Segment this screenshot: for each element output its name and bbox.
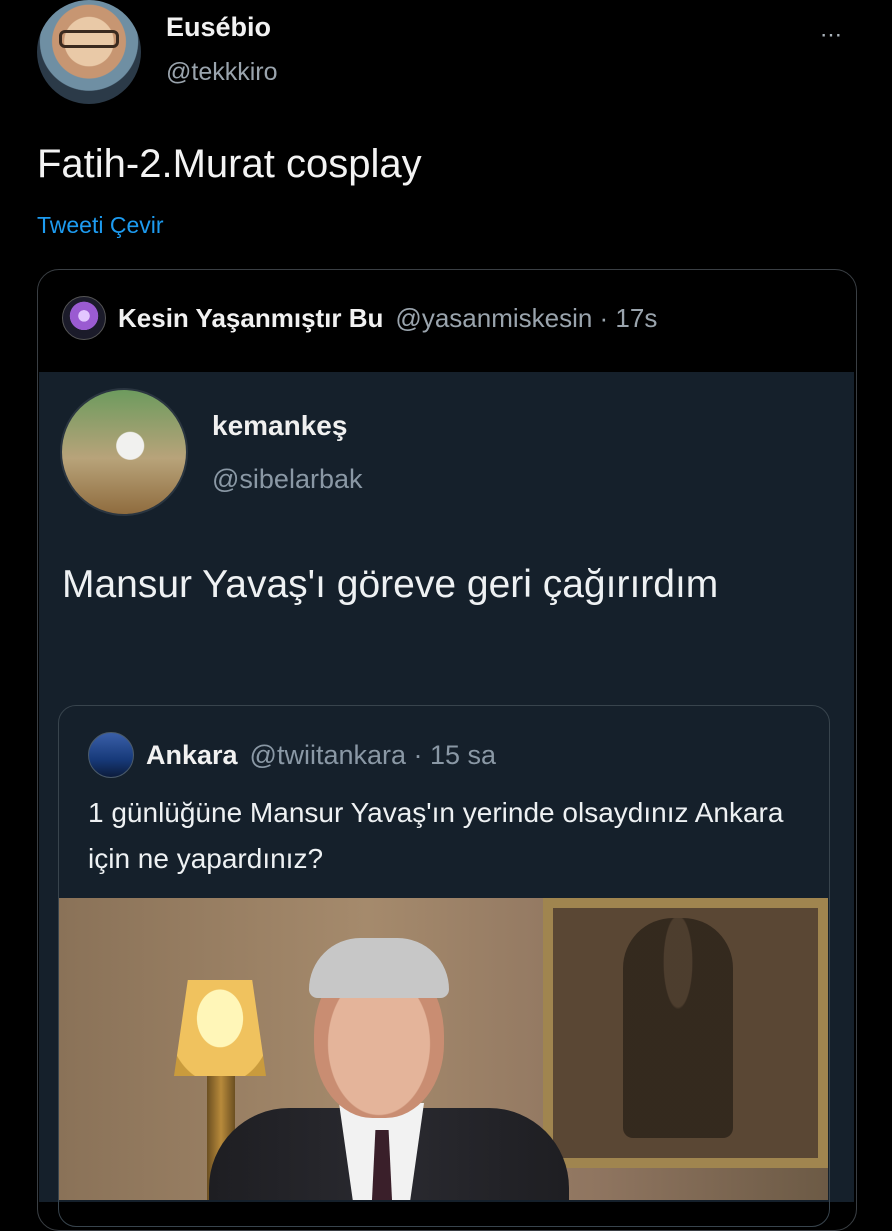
tweet-text: Fatih-2.Murat cosplay (37, 142, 422, 186)
embedded-avatar (60, 388, 188, 516)
nested-quote-header: Ankara @twiitankara · 15 sa (88, 732, 496, 778)
embedded-tweet-text: Mansur Yavaş'ı göreve geri çağırırdım (62, 563, 719, 606)
embedded-author-handle: @sibelarbak (212, 464, 363, 494)
portrait-frame (543, 898, 828, 1168)
nested-tweet-text: 1 günlüğüne Mansur Yavaş'ın yerinde olsa… (88, 797, 784, 874)
nested-author-name: Ankara (146, 739, 238, 770)
nested-photo (59, 898, 828, 1200)
quoted-handle-time: @yasanmiskesin · 17s (395, 302, 658, 333)
lamp-shade (174, 980, 266, 1076)
nested-avatar (88, 732, 134, 778)
person-hair (309, 938, 449, 998)
translate-tweet-link[interactable]: Tweeti Çevir (37, 212, 164, 239)
author-name[interactable]: Eusébio (166, 12, 271, 43)
author-handle[interactable]: @tekkkiro (166, 58, 278, 87)
nested-handle-time: @twiitankara · 15 sa (249, 739, 497, 770)
quoted-author-name[interactable]: Kesin Yaşanmıştır Bu (118, 303, 383, 334)
more-options-icon[interactable]: ⋯ (820, 22, 844, 48)
author-avatar[interactable] (37, 0, 141, 104)
quoted-avatar[interactable] (62, 296, 106, 340)
quoted-tweet-header: Kesin Yaşanmıştır Bu @yasanmiskesin · 17… (62, 296, 657, 340)
embedded-author-name: kemankeş (212, 410, 348, 441)
